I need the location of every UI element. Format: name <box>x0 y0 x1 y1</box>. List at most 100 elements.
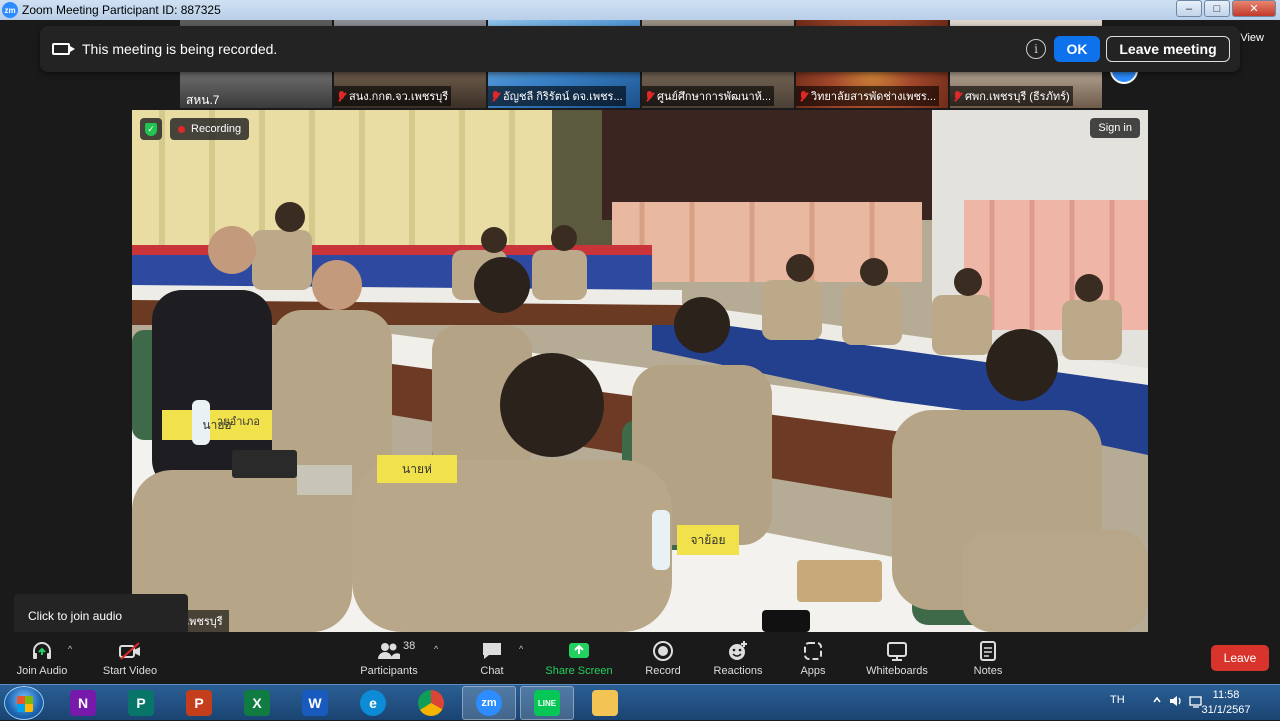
whiteboards-label: Whiteboards <box>866 664 928 677</box>
record-button[interactable]: Record <box>640 632 686 684</box>
maximize-button[interactable]: □ <box>1204 0 1230 17</box>
start-video-label: Start Video <box>102 664 158 677</box>
taskbar-app-line[interactable]: LINE <box>520 686 574 720</box>
volume-icon[interactable] <box>1168 694 1184 711</box>
line-icon: LINE <box>534 690 560 716</box>
taskbar-app-zoom[interactable]: zm <box>462 686 516 720</box>
participants-icon <box>377 640 401 662</box>
join-audio-button[interactable]: Join Audio <box>10 632 74 684</box>
reactions-label: Reactions <box>713 664 763 677</box>
taskbar-app-powerpoint[interactable]: P <box>172 686 226 720</box>
leave-button[interactable]: Leave <box>1211 645 1269 671</box>
onenote-icon: N <box>70 690 96 716</box>
recording-dot-icon <box>178 125 185 133</box>
participant-name: อัญชลี กิริรัตน์ ดจ.เพชร... <box>503 91 623 103</box>
taskbar-app-onenote[interactable]: N <box>56 686 110 720</box>
recording-message: This meeting is being recorded. <box>82 41 278 57</box>
sign-in-button[interactable]: Sign in <box>1090 118 1140 138</box>
info-icon[interactable]: i <box>1026 39 1046 59</box>
taskbar-app-chrome[interactable] <box>404 686 458 720</box>
mic-muted-icon <box>645 90 654 102</box>
join-audio-label: Join Audio <box>16 664 68 677</box>
meeting-room-scene <box>132 110 1148 632</box>
thumbnail-first-name: สหน.7 <box>186 93 220 107</box>
window-title: Zoom Meeting Participant ID: 887325 <box>22 3 221 17</box>
record-label: Record <box>645 664 681 677</box>
participants-options-caret[interactable]: ^ <box>434 644 438 654</box>
start-video-button[interactable]: Start Video <box>96 632 164 684</box>
minimize-button[interactable]: – <box>1176 0 1202 17</box>
notes-button[interactable]: Notes <box>968 632 1008 684</box>
thumbnail-label: อัญชลี กิริรัตน์ ดจ.เพชร... <box>488 86 626 106</box>
share-screen-label: Share Screen <box>545 664 613 677</box>
record-icon <box>652 640 674 662</box>
window-controls: – □ ✕ <box>1176 0 1276 17</box>
meeting-toolbar: Join Audio ^ Start Video Participants 38… <box>0 632 1280 684</box>
share-screen-icon <box>567 640 591 662</box>
zoom-icon: zm <box>476 690 502 716</box>
participant-name: วิทยาลัยสารพัดช่างเพชร... <box>811 91 936 103</box>
participants-label: Participants <box>360 664 418 677</box>
view-button[interactable]: View <box>1240 32 1264 44</box>
meeting-area: สนง.กกต.จว.เพชรบุรี อัญชลี กิริรัตน์ ดจ.… <box>0 20 1280 645</box>
audio-options-caret[interactable]: ^ <box>68 644 72 654</box>
taskbar-app-edge[interactable]: e <box>346 686 400 720</box>
thumbnail-label: ศูนย์ศึกษาการพัฒนาห้... <box>642 86 775 106</box>
chat-options-caret[interactable]: ^ <box>519 644 523 654</box>
excel-icon: X <box>244 690 270 716</box>
apps-button[interactable]: Apps <box>794 632 832 684</box>
publisher-icon: P <box>128 690 154 716</box>
mic-muted-icon <box>337 90 346 102</box>
share-screen-button[interactable]: Share Screen <box>542 632 616 684</box>
taskbar-app-excel[interactable]: X <box>230 686 284 720</box>
chat-icon <box>481 640 503 662</box>
thumbnail-label: วิทยาลัยสารพัดช่างเพชร... <box>796 86 939 106</box>
name-placard: ายอำเภอ <box>217 416 261 428</box>
taskbar-clock[interactable]: 11:58 31/1/2567 <box>1196 688 1256 718</box>
thumbnail-label: ศพก.เพชรบุรี (ธีรภัทร์) <box>950 86 1073 106</box>
whiteboards-button[interactable]: Whiteboards <box>860 632 934 684</box>
leave-meeting-button[interactable]: Leave meeting <box>1106 36 1230 62</box>
close-button[interactable]: ✕ <box>1232 0 1276 17</box>
chrome-icon <box>418 690 444 716</box>
encryption-badge[interactable]: ✓ <box>140 118 162 140</box>
language-indicator[interactable]: TH <box>1110 694 1125 706</box>
taskbar-app-word[interactable]: W <box>288 686 342 720</box>
clock-date: 31/1/2567 <box>1201 704 1251 716</box>
recording-label: Recording <box>191 123 242 135</box>
notes-label: Notes <box>973 664 1003 677</box>
explorer-icon <box>592 690 618 716</box>
shield-icon: ✓ <box>145 122 157 136</box>
window-titlebar: zm Zoom Meeting Participant ID: 887325 –… <box>0 0 1280 20</box>
mic-muted-icon <box>953 90 962 102</box>
taskbar-app-publisher[interactable]: P <box>114 686 168 720</box>
participant-name: ศพก.เพชรบุรี (ธีรภัทร์) <box>965 91 1070 103</box>
start-button[interactable] <box>4 686 44 720</box>
chat-button[interactable]: Chat <box>468 632 516 684</box>
headphones-icon <box>31 640 53 662</box>
participant-name: สนง.กกต.จว.เพชรบุรี <box>349 91 449 103</box>
participants-count: 38 <box>403 640 416 652</box>
recording-banner: This meeting is being recorded. i OK Lea… <box>40 26 1240 72</box>
reactions-button[interactable]: Reactions <box>708 632 768 684</box>
apps-icon <box>802 640 824 662</box>
name-placard: จาย้อย <box>690 532 726 547</box>
zoom-app-icon: zm <box>2 2 18 18</box>
recording-indicator[interactable]: Recording <box>170 118 250 140</box>
clock-time: 11:58 <box>1212 689 1240 701</box>
ok-button[interactable]: OK <box>1054 36 1100 62</box>
mic-muted-icon <box>799 90 808 102</box>
video-camera-icon <box>52 43 75 55</box>
name-placard: นายห่ <box>402 461 432 476</box>
active-speaker-video[interactable]: นายอ ายอำเภอ นายห่ จาย้อย ✓ Recording Si… <box>132 110 1148 632</box>
notes-icon <box>978 640 998 662</box>
edge-icon: e <box>360 690 386 716</box>
whiteboard-icon <box>885 640 909 662</box>
taskbar-app-explorer[interactable] <box>578 686 632 720</box>
windows-taskbar: N P P X We zm LINE TH 11:58 31/1/2567 <box>0 684 1280 720</box>
powerpoint-icon: P <box>186 690 212 716</box>
tray-arrow-icon[interactable] <box>1152 693 1162 708</box>
participant-name: ศูนย์ศึกษาการพัฒนาห้... <box>657 91 772 103</box>
mic-muted-icon <box>491 90 500 102</box>
word-icon: W <box>302 690 328 716</box>
